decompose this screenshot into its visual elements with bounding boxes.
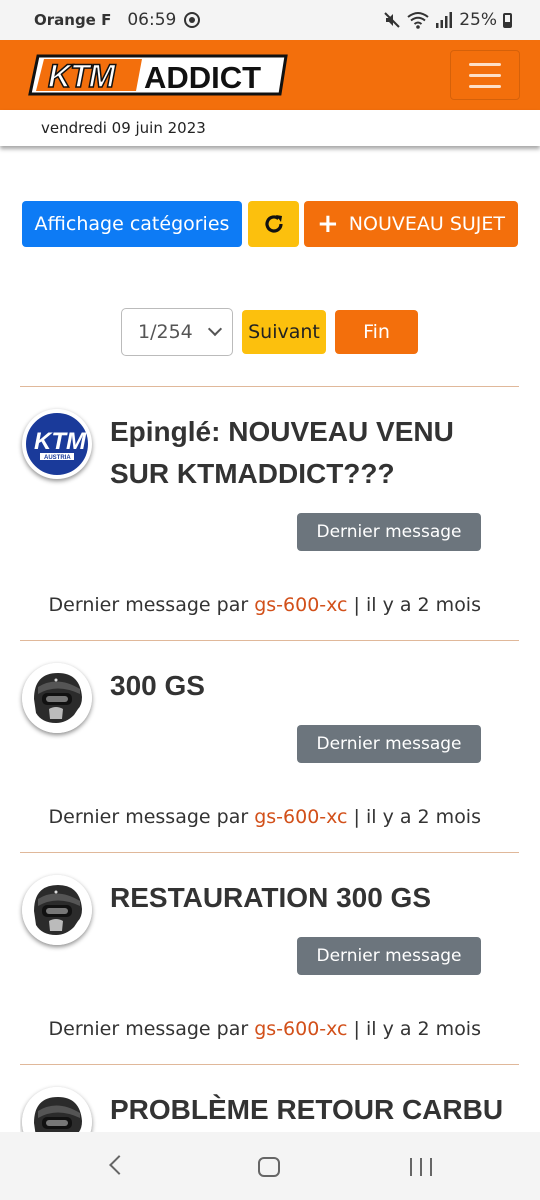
page-select-value: 1/254 [138,321,193,343]
last-message-button[interactable]: Dernier message [297,725,481,763]
system-navigation-bar [0,1132,540,1200]
last-message-info: Dernier message par gs-600-xc | il y a 2… [49,594,481,616]
last-message-time: | il y a 2 mois [353,806,481,828]
plus-icon: + [317,209,339,239]
last-message-user-link[interactable]: gs-600-xc [254,594,347,616]
svg-text:KTM: KTM [34,428,87,455]
hamburger-icon-bar [469,62,501,66]
helmet-avatar [22,875,92,945]
home-icon[interactable] [258,1157,280,1177]
battery-level: 25% [459,10,497,30]
page-select[interactable]: 1/254 [121,308,233,356]
topic-title[interactable]: Epinglé: NOUVEAU VENU SUR KTMADDICT??? [110,411,510,495]
recent-apps-icon[interactable] [410,1158,432,1176]
categories-button[interactable]: Affichage catégories [22,201,242,247]
hamburger-icon-bar [469,84,501,88]
ktmaddict-logo[interactable]: KTM ADDICT [24,50,292,100]
mute-icon [384,12,400,28]
back-icon[interactable] [109,1155,129,1175]
topic-title[interactable]: 300 GS [110,665,510,707]
last-message-button[interactable]: Dernier message [297,937,481,975]
last-message-user-link[interactable]: gs-600-xc [254,806,347,828]
new-topic-label: NOUVEAU SUJET [348,213,505,235]
last-message-prefix: Dernier message par [48,806,249,828]
site-header: KTM ADDICT [0,40,540,110]
topic-item: 300 GS Dernier message Dernier message p… [20,640,519,852]
helmet-avatar [22,1087,92,1132]
hamburger-icon-bar [469,73,501,77]
next-page-button[interactable]: Suivant [242,310,326,354]
menu-toggle-button[interactable] [450,50,520,100]
svg-text:AUSTRIA: AUSTRIA [44,455,71,461]
last-message-user-link[interactable]: gs-600-xc [254,1018,347,1040]
last-message-info: Dernier message par gs-600-xc | il y a 2… [49,1018,481,1040]
new-topic-button[interactable]: + NOUVEAU SUJET [304,201,518,247]
last-message-time: | il y a 2 mois [353,1018,481,1040]
refresh-icon [264,215,283,233]
last-message-button[interactable]: Dernier message [297,513,481,551]
ktm-austria-logo-avatar: KTM AUSTRIA [22,409,92,479]
topic-title[interactable]: PROBLÈME RETOUR CARBU [110,1089,510,1131]
battery-icon [503,12,512,28]
last-message-info: Dernier message par gs-600-xc | il y a 2… [49,806,481,828]
svg-text:ADDICT: ADDICT [144,60,261,95]
current-date: vendredi 09 juin 2023 [41,119,206,137]
svg-text:KTM: KTM [48,58,117,94]
signal-icon [436,12,453,28]
last-message-time: | il y a 2 mois [353,594,481,616]
sync-icon [184,12,201,28]
last-message-prefix: Dernier message par [48,1018,249,1040]
topic-item: KTM AUSTRIA Epinglé: NOUVEAU VENU SUR KT… [20,386,519,640]
carrier-name: Orange F [34,11,112,29]
helmet-avatar [22,663,92,733]
last-page-button[interactable]: Fin [335,310,418,354]
wifi-icon [407,12,429,29]
status-bar: Orange F 06:59 25% [0,0,540,40]
clock: 06:59 [127,10,177,30]
topic-item: PROBLÈME RETOUR CARBU [20,1064,519,1132]
last-message-prefix: Dernier message par [48,594,249,616]
date-bar: vendredi 09 juin 2023 [0,110,540,146]
topic-title[interactable]: RESTAURATION 300 GS [110,877,510,919]
chevron-down-icon [207,321,223,337]
refresh-button[interactable] [248,201,299,247]
topic-item: RESTAURATION 300 GS Dernier message Dern… [20,852,519,1064]
